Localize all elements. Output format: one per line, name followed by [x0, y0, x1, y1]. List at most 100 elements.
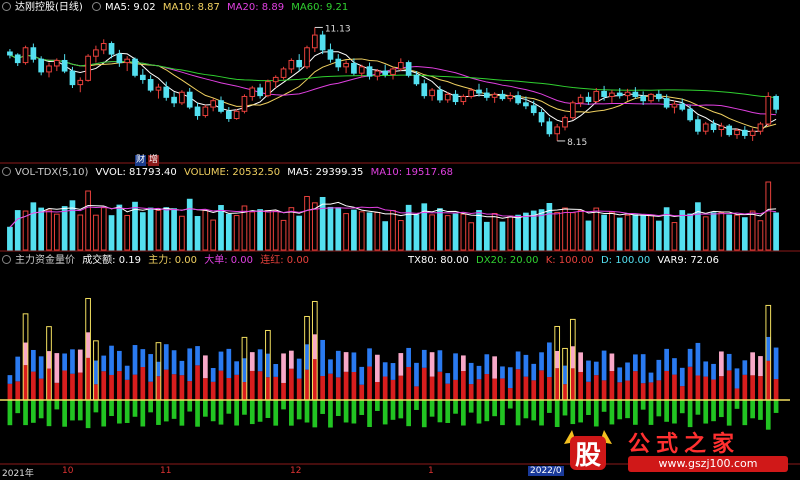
flow-outflow-bar — [210, 400, 216, 422]
flow-outflow-bar — [414, 400, 419, 410]
candle-body — [397, 62, 404, 70]
candle-body — [53, 59, 60, 67]
stock-chart-canvas[interactable]: 11.13 8.15 — [0, 0, 800, 480]
flow-main-bar — [703, 376, 709, 400]
volume-bar — [155, 209, 162, 251]
volume-bar — [382, 221, 389, 251]
volume-bar — [358, 211, 365, 251]
flow-bigorder-bar — [312, 334, 318, 360]
flow-main-bar — [719, 376, 724, 400]
ma-5-line — [9, 51, 777, 133]
x-tick-label: 10 — [62, 466, 74, 476]
flow-bigorder-bar — [289, 350, 294, 369]
candle-body — [632, 91, 639, 97]
flow-main-bar — [101, 371, 107, 400]
volume-bar — [491, 212, 498, 251]
candle-body — [405, 62, 412, 76]
candle-body — [452, 93, 459, 103]
volume-bar — [726, 214, 733, 251]
flow-outflow-bar — [218, 400, 224, 425]
ma60-value: MA60: 9.21 — [291, 2, 349, 13]
dd-value: 大单: 0.00 — [204, 255, 254, 266]
flow-outflow-bar — [203, 400, 208, 417]
flow-main-bar — [593, 375, 599, 400]
flow-bigorder-bar — [765, 336, 771, 361]
flow-main-bar — [140, 367, 146, 400]
volume-bar — [593, 207, 600, 251]
volume-bar — [444, 215, 451, 251]
k-value: K: 100.00 — [545, 255, 594, 266]
flow-bigorder-bar — [640, 354, 646, 384]
flow-main-bar — [46, 368, 52, 400]
flow-bigorder-bar — [609, 353, 615, 372]
flow-main-bar — [421, 367, 427, 400]
flow-bigorder-bar — [672, 358, 677, 375]
candle-body — [593, 90, 600, 103]
flow-main-bar — [335, 377, 341, 400]
candle-body — [186, 91, 193, 108]
flow-bigorder-bar — [421, 349, 427, 368]
flow-main-bar — [351, 372, 357, 400]
flow-bigorder-bar — [679, 367, 685, 387]
stock-title: 达刚控股(日线) — [15, 2, 83, 13]
flow-outflow-bar — [382, 400, 388, 425]
flow-bigorder-bar — [62, 353, 67, 371]
flow-outflow-bar — [601, 400, 607, 412]
x-tick-label: 12 — [290, 466, 302, 476]
flow-outflow-bar — [640, 400, 646, 410]
increase-badge[interactable]: 增 — [148, 155, 160, 166]
candle-body — [343, 62, 349, 68]
flow-bigorder-bar — [476, 365, 482, 380]
candle-body — [515, 95, 521, 104]
flow-main-bar — [289, 368, 294, 400]
candle-body — [304, 47, 310, 68]
volume-bar — [280, 219, 287, 251]
flow-main-bar — [758, 376, 763, 400]
flow-outflow-bar — [445, 400, 451, 423]
flow-main-bar — [304, 369, 310, 400]
flow-outflow-bar — [625, 400, 630, 419]
candle-body — [155, 86, 162, 91]
flow-main-bar — [359, 384, 365, 400]
candle-body — [640, 95, 647, 102]
flow-main-bar — [500, 378, 505, 400]
flow-outflow-bar — [719, 400, 724, 418]
flow-bigorder-bar — [648, 372, 654, 383]
candle-body — [163, 86, 170, 98]
logo-url: www.gszj100.com — [628, 456, 788, 472]
volume-bar — [687, 213, 693, 251]
flow-bigorder-bar — [414, 362, 419, 387]
ma5-value: MA5: 9.02 — [105, 2, 156, 13]
site-logo: 股 公式之家 www.gszj100.com — [560, 426, 794, 476]
flow-bigorder-bar — [15, 356, 21, 382]
candle-body — [648, 93, 654, 102]
flow-bigorder-bar — [445, 373, 451, 384]
flow-bigorder-bar — [742, 360, 748, 375]
flow-outflow-bar — [375, 400, 380, 411]
candle-body — [139, 74, 146, 81]
candle-body — [483, 92, 490, 98]
volume-bar — [710, 212, 717, 251]
candle-body — [30, 47, 37, 60]
flow-main-bar — [31, 371, 36, 400]
candle-body — [225, 110, 232, 119]
volume-bar — [163, 207, 170, 251]
flow-main-bar — [109, 374, 114, 400]
flow-outflow-bar — [648, 400, 654, 425]
candle-body — [249, 87, 256, 97]
candle-body — [116, 53, 123, 64]
finance-badge[interactable]: 财 — [135, 155, 147, 166]
flow-outflow-bar — [758, 400, 763, 420]
volume-bar — [577, 209, 584, 251]
flow-bigorder-bar — [218, 351, 224, 371]
flow-outflow-bar — [398, 400, 404, 419]
flow-main-bar — [273, 376, 279, 400]
flow-outflow-bar — [140, 400, 146, 427]
flow-bigorder-bar — [109, 345, 114, 375]
flow-outflow-bar — [453, 400, 458, 414]
volume-bar — [499, 221, 506, 251]
flow-main-bar — [687, 366, 693, 400]
flow-outflow-bar — [476, 400, 482, 424]
flow-outflow-bar — [289, 400, 294, 426]
candle-body — [765, 95, 772, 125]
